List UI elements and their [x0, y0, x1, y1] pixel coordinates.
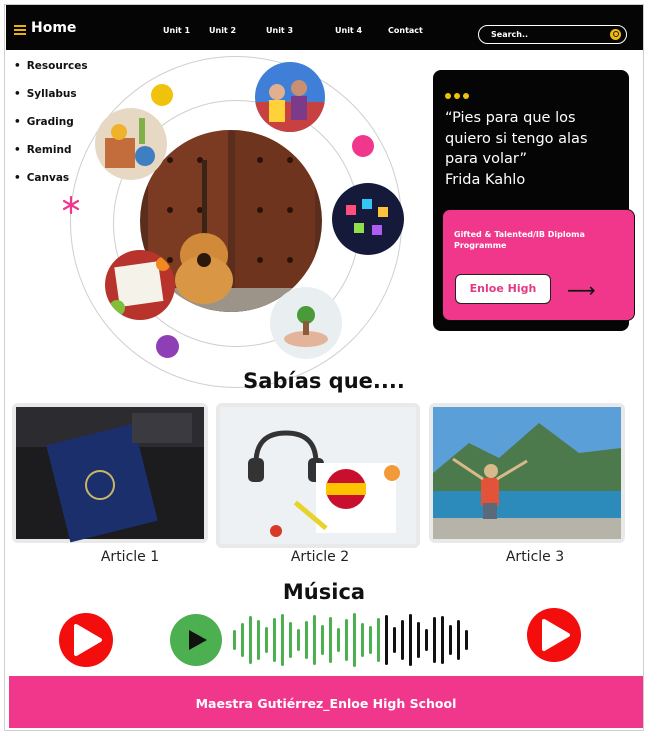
footer-bar: Maestra Gutiérrez_Enloe High School [9, 676, 643, 728]
apps-icons-photo [332, 183, 404, 255]
search-input[interactable]: Search.. [478, 25, 627, 44]
students-photo [255, 62, 325, 132]
play-button-right[interactable] [526, 607, 582, 663]
pink-dot [352, 135, 374, 157]
waveform-bar [345, 619, 348, 661]
waveform-bar [281, 614, 284, 666]
search-icon[interactable] [610, 29, 621, 40]
passport-image [16, 407, 204, 543]
home-link[interactable]: Home [31, 20, 76, 36]
purple-dot [156, 335, 179, 358]
waveform-bar [425, 629, 428, 651]
waveform-bar [233, 630, 236, 650]
waveform-bar [441, 616, 444, 664]
article-2-card[interactable] [216, 403, 420, 548]
waveform-bar [369, 626, 372, 654]
asterisk-icon [62, 196, 80, 214]
waveform-bar [337, 628, 340, 652]
waveform-bar [457, 620, 460, 660]
top-nav: Home Unit 1 Unit 2 Unit 3 Unit 4 Contact… [6, 5, 643, 50]
article-1-card[interactable] [12, 403, 208, 543]
audio-waveform[interactable] [230, 612, 475, 668]
waveform-bar [353, 613, 356, 667]
quote-text: “Pies para que los quiero si tengo alas … [445, 108, 625, 190]
waveform-bar [257, 620, 260, 660]
dots-icon [445, 84, 472, 103]
sidebar-item-resources[interactable]: Resources [14, 60, 88, 88]
waveform-bar [449, 625, 452, 655]
nav-link-unit-1[interactable]: Unit 1 [163, 26, 190, 35]
enloe-high-button[interactable]: Enloe High [455, 274, 551, 304]
waveform-bar [417, 622, 420, 658]
promo-title: Gifted & Talented/IB Diploma Programme [454, 230, 585, 250]
waveform-bar [297, 629, 300, 651]
sidebar-item-remind[interactable]: Remind [14, 144, 88, 172]
art-supplies-photo [95, 108, 167, 180]
article-1-label[interactable]: Article 1 [70, 549, 190, 565]
hamburger-menu-icon[interactable] [14, 25, 26, 37]
arrow-right-icon[interactable]: ⟶ [567, 280, 596, 300]
waveform-bar [401, 620, 404, 660]
waveform-bar [321, 625, 324, 655]
sidebar-item-syllabus[interactable]: Syllabus [14, 88, 88, 116]
healthy-food-photo [105, 250, 175, 320]
waveform-bar [265, 627, 268, 653]
play-button-left[interactable] [58, 612, 114, 668]
article-3-label[interactable]: Article 3 [475, 549, 595, 565]
waveform-bar [273, 618, 276, 662]
articles-heading: Sabías que.... [243, 369, 405, 393]
waveform-bar [241, 623, 244, 657]
waveform-bar [385, 615, 388, 665]
waveform-bar [393, 627, 396, 653]
waveform-bar [465, 630, 468, 650]
nav-link-unit-2[interactable]: Unit 2 [209, 26, 236, 35]
play-button-audio[interactable] [169, 613, 223, 667]
waveform-bar [249, 616, 252, 664]
article-2-label[interactable]: Article 2 [260, 549, 380, 565]
sidebar-item-grading[interactable]: Grading [14, 116, 88, 144]
waveform-bar [409, 614, 412, 666]
waveform-bar [361, 623, 364, 657]
music-heading: Música [282, 580, 366, 604]
quote-body: “Pies para que los quiero si tengo alas … [445, 110, 588, 167]
nav-link-unit-4[interactable]: Unit 4 [335, 26, 362, 35]
waveform-bar [313, 615, 316, 665]
promo-card: Gifted & Talented/IB Diploma Programme E… [442, 209, 635, 321]
yellow-dot [151, 84, 173, 106]
nav-link-contact[interactable]: Contact [388, 26, 423, 35]
quote-author: Frida Kahlo [445, 171, 526, 188]
nav-link-unit-3[interactable]: Unit 3 [266, 26, 293, 35]
plant-hands-photo [270, 287, 342, 359]
waveform-bar [377, 618, 380, 662]
footer-text: Maestra Gutiérrez_Enloe High School [195, 696, 457, 711]
waveform-bar [289, 622, 292, 658]
search-placeholder: Search.. [491, 30, 529, 39]
waveform-bar [433, 617, 436, 663]
waveform-bar [305, 621, 308, 659]
spanish-study-image [220, 407, 416, 544]
waveform-bar [329, 617, 332, 663]
article-3-card[interactable] [429, 403, 625, 543]
lake-traveler-image [433, 407, 621, 539]
